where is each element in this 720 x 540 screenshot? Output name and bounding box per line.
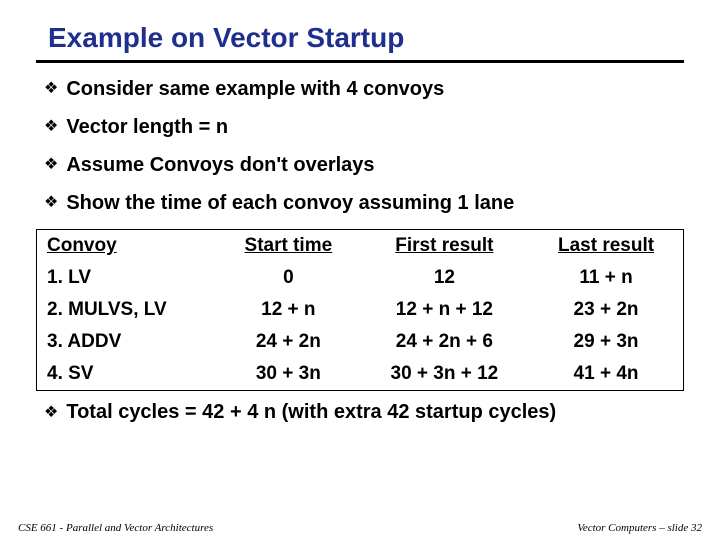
bullet-item: ❖ Assume Convoys don't overlays: [44, 153, 684, 177]
cell: 4. SV: [37, 358, 217, 390]
bullet-text: Assume Convoys don't overlays: [66, 153, 374, 177]
summary-bullet: ❖ Total cycles = 42 + 4 n (with extra 42…: [44, 401, 684, 425]
cell: 0: [217, 262, 360, 294]
col-first-result: First result: [360, 230, 529, 262]
table: Convoy Start time First result Last resu…: [37, 230, 683, 390]
cell: 12 + n + 12: [360, 294, 529, 326]
table-header-row: Convoy Start time First result Last resu…: [37, 230, 683, 262]
cell: 3. ADDV: [37, 326, 217, 358]
bullet-item: ❖ Show the time of each convoy assuming …: [44, 191, 684, 215]
cell: 1. LV: [37, 262, 217, 294]
convoy-table: Convoy Start time First result Last resu…: [36, 229, 684, 391]
cell: 2. MULVS, LV: [37, 294, 217, 326]
cell: 24 + 2n: [217, 326, 360, 358]
table-row: 2. MULVS, LV 12 + n 12 + n + 12 23 + 2n: [37, 294, 683, 326]
bullet-text: Show the time of each convoy assuming 1 …: [66, 191, 514, 215]
cell: 12: [360, 262, 529, 294]
col-convoy: Convoy: [37, 230, 217, 262]
slide-title: Example on Vector Startup: [48, 22, 684, 54]
diamond-icon: ❖: [44, 77, 58, 101]
diamond-icon: ❖: [44, 191, 58, 215]
diamond-icon: ❖: [44, 115, 58, 139]
table-row: 3. ADDV 24 + 2n 24 + 2n + 6 29 + 3n: [37, 326, 683, 358]
cell: 12 + n: [217, 294, 360, 326]
bullet-text: Vector length = n: [66, 115, 228, 139]
footer-left: CSE 661 - Parallel and Vector Architectu…: [18, 522, 213, 534]
cell: 24 + 2n + 6: [360, 326, 529, 358]
slide: Example on Vector Startup ❖ Consider sam…: [0, 0, 720, 540]
cell: 30 + 3n + 12: [360, 358, 529, 390]
bullet-list: ❖ Consider same example with 4 convoys ❖…: [44, 77, 684, 215]
bullet-item: ❖ Vector length = n: [44, 115, 684, 139]
slide-footer: CSE 661 - Parallel and Vector Architectu…: [0, 522, 720, 534]
cell: 29 + 3n: [529, 326, 683, 358]
title-rule: [36, 60, 684, 63]
footer-right: Vector Computers – slide 32: [577, 522, 702, 534]
cell: 11 + n: [529, 262, 683, 294]
table-row: 1. LV 0 12 11 + n: [37, 262, 683, 294]
bullet-text: Consider same example with 4 convoys: [66, 77, 444, 101]
col-start-time: Start time: [217, 230, 360, 262]
col-last-result: Last result: [529, 230, 683, 262]
cell: 23 + 2n: [529, 294, 683, 326]
bullet-item: ❖ Consider same example with 4 convoys: [44, 77, 684, 101]
cell: 41 + 4n: [529, 358, 683, 390]
diamond-icon: ❖: [44, 401, 58, 425]
table-row: 4. SV 30 + 3n 30 + 3n + 12 41 + 4n: [37, 358, 683, 390]
cell: 30 + 3n: [217, 358, 360, 390]
diamond-icon: ❖: [44, 153, 58, 177]
summary-text: Total cycles = 42 + 4 n (with extra 42 s…: [66, 401, 556, 424]
